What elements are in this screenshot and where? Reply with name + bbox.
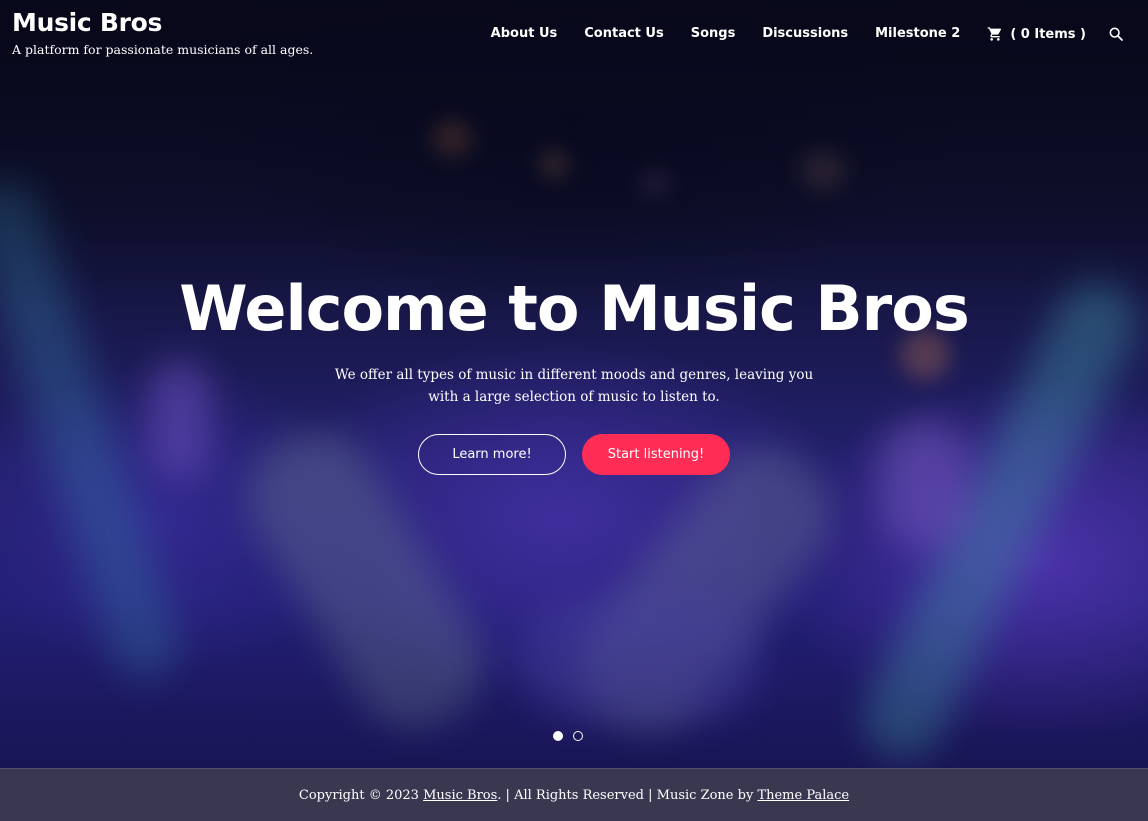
site-branding: Music Bros A platform for passionate mus… <box>12 8 313 58</box>
hero-slide: Welcome to Music Bros We offer all types… <box>0 270 1148 475</box>
site-header: Music Bros A platform for passionate mus… <box>0 0 1148 70</box>
site-title-link[interactable]: Music Bros <box>12 8 313 38</box>
footer-site-link[interactable]: Music Bros <box>423 788 497 803</box>
nav-item-about-us[interactable]: About Us <box>491 22 558 46</box>
slider-dot-2[interactable] <box>573 731 583 741</box>
copyright-prefix: Copyright © 2023 <box>298 787 424 803</box>
rights-text: . | All Rights Reserved | Music Zone by <box>497 787 758 803</box>
slider-pagination <box>553 731 593 741</box>
cart-link[interactable]: ( 0 Items ) <box>987 26 1086 42</box>
nav-item-contact-us[interactable]: Contact Us <box>584 22 663 46</box>
hero-buttons: Learn more! Start listening! <box>0 434 1148 475</box>
nav-item-discussions[interactable]: Discussions <box>762 22 848 46</box>
hero-title: Welcome to Music Bros <box>179 272 970 345</box>
nav-item-songs[interactable]: Songs <box>691 22 736 46</box>
nav-item-milestone-2[interactable]: Milestone 2 <box>875 22 960 46</box>
search-icon[interactable] <box>1108 26 1124 42</box>
main-navigation: About Us Contact Us Songs Discussions Mi… <box>491 22 1124 46</box>
site-tagline: A platform for passionate musicians of a… <box>12 42 314 57</box>
cart-icon <box>987 27 1002 41</box>
hero-description: We offer all types of music in different… <box>334 367 814 405</box>
site-footer: Copyright © 2023 Music Bros . | All Righ… <box>0 768 1148 821</box>
slider-dot-1[interactable] <box>553 731 563 741</box>
learn-more-button[interactable]: Learn more! <box>418 434 566 475</box>
cart-count-label: ( 0 Items ) <box>1010 26 1086 42</box>
page: Music Bros A platform for passionate mus… <box>0 0 1148 821</box>
theme-palace-link[interactable]: Theme Palace <box>757 788 849 803</box>
start-listening-button[interactable]: Start listening! <box>582 434 730 475</box>
